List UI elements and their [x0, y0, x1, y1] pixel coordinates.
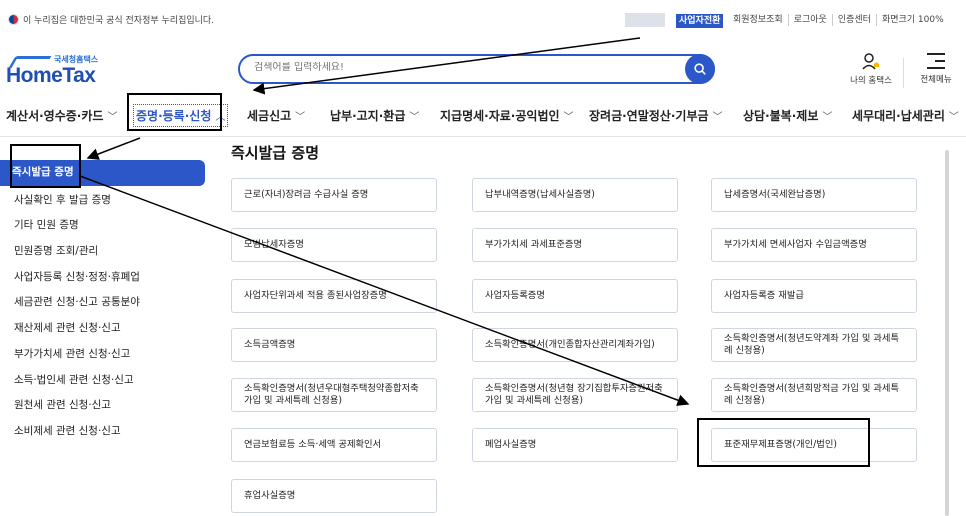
chevron-down-icon: ﹀ [409, 112, 420, 123]
sidebar-item-property-tax[interactable]: 재산제세 관련 신청·신고 [0, 316, 210, 342]
all-menu-label: 전체메뉴 [920, 75, 952, 85]
search-bar [238, 54, 715, 84]
highlight-box-nav [127, 93, 222, 131]
scrollbar[interactable] [945, 150, 949, 516]
cert-card[interactable]: 소득금액증명 [231, 328, 437, 362]
nav-divider [0, 136, 966, 137]
header-divider [903, 58, 904, 88]
zoom-select[interactable]: 화면크기 100% [875, 14, 949, 26]
cert-card[interactable]: 소득확인증명서(개인종합자산관리계좌가입) [472, 328, 678, 362]
cert-card[interactable]: 부가가치세 면세사업자 수입금액증명 [711, 228, 917, 262]
sidebar: 즉시발급 증명 사실확인 후 발급 증명 기타 민원 증명 민원증명 조회/관리… [0, 160, 210, 445]
sidebar-item-tax-common[interactable]: 세금관련 신청·신고 공통분야 [0, 290, 210, 316]
cert-card[interactable]: 사업자등록증 재발급 [711, 279, 917, 313]
chevron-down-icon: ﹀ [712, 112, 723, 123]
my-hometax-button[interactable]: 나의 홈택스 [847, 52, 895, 86]
highlight-box-target [697, 418, 870, 467]
nav-statement-label: 지급명세·자료·공익법인 [440, 109, 560, 123]
nav-tax-return-label: 세금신고 [247, 109, 292, 123]
search-icon [694, 63, 706, 75]
hometax-logo[interactable]: 국세청홈택스 HomeTax [6, 54, 116, 90]
nav-invoice-label: 계산서·영수증·카드 [6, 109, 104, 123]
chevron-down-icon: ﹀ [295, 112, 306, 123]
business-switch-button[interactable]: 사업자전환 [676, 14, 724, 28]
chevron-down-icon: ﹀ [822, 112, 833, 123]
sidebar-item-cert-manage[interactable]: 민원증명 조회/관리 [0, 239, 210, 265]
cert-card[interactable]: 사업자단위과세 적용 종된사업장증명 [231, 279, 437, 313]
sidebar-item-consumption[interactable]: 소비제세 관련 신청·신고 [0, 419, 210, 445]
search-button[interactable] [685, 54, 715, 84]
cert-card[interactable]: 근로(자녀)장려금 수급사실 증명 [231, 178, 437, 212]
nav-incentive[interactable]: 장려금·연말정산·기부금 ﹀ [589, 107, 723, 124]
gov-notice-text: 이 누리집은 대한민국 공식 전자정부 누리집입니다. [23, 16, 215, 26]
nav-payment-label: 납부·고지·환급 [330, 109, 406, 123]
all-menu-button[interactable]: 전체메뉴 [913, 52, 959, 85]
nav-agent-label: 세무대리·납세관리 [852, 109, 945, 123]
nav-invoice[interactable]: 계산서·영수증·카드 ﹀ [6, 107, 117, 124]
chevron-down-icon: ﹀ [107, 112, 118, 123]
top-utility-bar: 이 누리집은 대한민국 공식 전자정부 누리집입니다. 사업자전환 회원정보조회… [0, 0, 966, 42]
sidebar-item-business-reg[interactable]: 사업자등록 신청·정정·휴폐업 [0, 265, 210, 291]
hamburger-icon [927, 53, 945, 69]
cert-card[interactable]: 소득확인증명서(청년희망적금 가입 및 과세특례 신청용) [711, 378, 917, 412]
korea-flag-icon [8, 14, 19, 25]
sidebar-item-other-cert[interactable]: 기타 민원 증명 [0, 213, 210, 239]
chevron-down-icon: ﹀ [948, 112, 959, 123]
cert-card[interactable]: 납부내역증명(납세사실증명) [472, 178, 678, 212]
page-title: 즉시발급 증명 [231, 144, 320, 162]
nav-statement[interactable]: 지급명세·자료·공익법인 ﹀ [440, 107, 574, 124]
nav-incentive-label: 장려금·연말정산·기부금 [589, 109, 709, 123]
highlight-box-sidebar [10, 144, 81, 188]
cert-card[interactable]: 폐업사실증명 [472, 428, 678, 462]
cert-card[interactable]: 부가가치세 과세표준증명 [472, 228, 678, 262]
nav-agent[interactable]: 세무대리·납세관리 ﹀ [852, 107, 959, 124]
search-input[interactable] [254, 62, 674, 73]
my-hometax-label: 나의 홈택스 [850, 76, 892, 86]
cert-card[interactable]: 사업자등록증명 [472, 279, 678, 313]
gov-notice: 이 누리집은 대한민국 공식 전자정부 누리집입니다. [8, 13, 214, 26]
nav-payment[interactable]: 납부·고지·환급 ﹀ [330, 107, 419, 124]
cert-center-link[interactable]: 인증센터 [831, 14, 876, 26]
logo-title: HomeTax [6, 64, 96, 87]
nav-consult-label: 상담·불복·제보 [743, 109, 819, 123]
member-info-link[interactable]: 회원정보조회 [728, 14, 788, 26]
cert-card[interactable]: 모범납세자증명 [231, 228, 437, 262]
sidebar-item-vat[interactable]: 부가가치세 관련 신청·신고 [0, 342, 210, 368]
masked-user-name [625, 13, 665, 27]
annotation-arrow [86, 137, 141, 160]
cert-card[interactable]: 납세증명서(국세완납증명) [711, 178, 917, 212]
user-bell-icon [862, 53, 879, 70]
cert-card[interactable]: 소득확인증명서(청년도약계좌 가입 및 과세특례 신청용) [711, 328, 917, 362]
cert-card[interactable]: 휴업사실증명 [231, 479, 437, 513]
chevron-down-icon: ﹀ [563, 112, 574, 123]
utility-links: 회원정보조회 로그아웃 인증센터 화면크기 100% [728, 14, 949, 26]
cert-card[interactable]: 연금보험료등 소득·세액 공제확인서 [231, 428, 437, 462]
nav-consult[interactable]: 상담·불복·제보 ﹀ [743, 107, 832, 124]
logout-link[interactable]: 로그아웃 [787, 14, 832, 26]
sidebar-item-income-corp[interactable]: 소득·법인세 관련 신청·신고 [0, 368, 210, 394]
sidebar-item-verified-cert[interactable]: 사실확인 후 발급 증명 [0, 188, 210, 214]
cert-card[interactable]: 소득확인증명서(청년형 장기집합투자증권저축 가입 및 과세특례 신청용) [472, 378, 678, 412]
sidebar-item-withholding[interactable]: 원천세 관련 신청·신고 [0, 393, 210, 419]
cert-card[interactable]: 소득확인증명서(청년우대형주택청약종합저축 가입 및 과세특례 신청용) [231, 378, 437, 412]
nav-tax-return[interactable]: 세금신고 ﹀ [247, 107, 305, 124]
